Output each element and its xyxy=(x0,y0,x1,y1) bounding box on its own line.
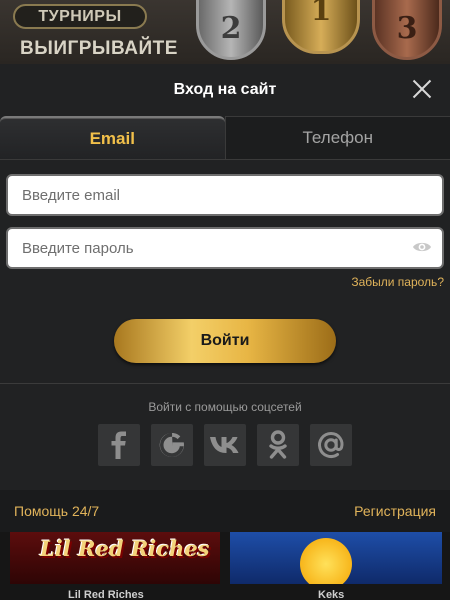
game-art-sun xyxy=(300,538,352,584)
password-field[interactable] xyxy=(22,239,442,257)
vk-icon[interactable] xyxy=(204,424,246,466)
divider xyxy=(0,383,450,384)
odnoklassniki-icon[interactable] xyxy=(257,424,299,466)
forgot-password-link[interactable]: Забыли пароль? xyxy=(6,275,444,289)
register-link[interactable]: Регистрация xyxy=(354,503,436,519)
game-title: Keks xyxy=(318,589,345,600)
help-link[interactable]: Помощь 24/7 xyxy=(14,503,99,519)
promo-headline: ВЫИГРЫВАЙТЕ xyxy=(20,38,178,59)
modal-title: Вход на сайт xyxy=(173,81,277,98)
trophy-silver-icon: 2 xyxy=(196,0,266,60)
trophy-bronze-icon: 3 xyxy=(372,0,442,60)
game-title: Lil Red Riches xyxy=(68,589,144,600)
facebook-icon[interactable] xyxy=(98,424,140,466)
email-field-wrapper xyxy=(6,174,444,216)
password-field-wrapper xyxy=(6,227,444,269)
modal-header: Вход на сайт xyxy=(0,64,450,116)
social-caption: Войти с помощью соцсетей xyxy=(148,400,302,414)
login-form: Забыли пароль? xyxy=(0,160,450,289)
game-card-keks[interactable] xyxy=(230,532,442,584)
tab-phone[interactable]: Телефон xyxy=(224,116,450,159)
promo-banner: ТУРНИРЫ ВЫИГРЫВАЙТЕ 2 1 3 xyxy=(0,0,450,64)
login-button[interactable]: Войти xyxy=(114,319,336,363)
email-field[interactable] xyxy=(22,186,442,204)
login-button-wrapper: Войти xyxy=(0,319,450,363)
promo-badge: ТУРНИРЫ xyxy=(13,4,147,29)
social-login-row xyxy=(0,424,450,466)
eye-icon[interactable] xyxy=(412,240,432,254)
game-logo: Lil Red Riches xyxy=(40,536,210,561)
login-modal: Вход на сайт Email Телефон Забыли пароль… xyxy=(0,64,450,532)
mail-icon[interactable] xyxy=(310,424,352,466)
google-icon[interactable] xyxy=(151,424,193,466)
tab-email[interactable]: Email xyxy=(0,116,225,159)
trophy-gold-icon: 1 xyxy=(282,0,360,54)
game-card-lil-red-riches[interactable]: Lil Red Riches xyxy=(10,532,220,584)
login-tabs: Email Телефон xyxy=(0,116,450,160)
modal-footer: Помощь 24/7 Регистрация xyxy=(0,490,450,532)
close-icon[interactable] xyxy=(412,79,432,99)
